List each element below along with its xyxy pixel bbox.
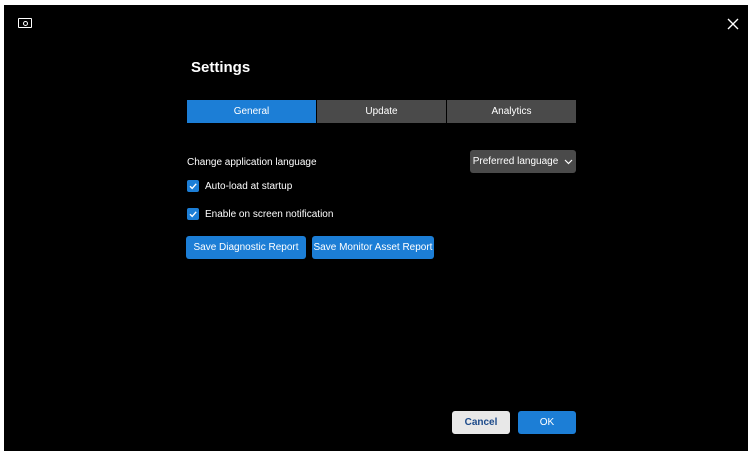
settings-window: Settings General Update Analytics Change… [4, 5, 748, 451]
autoload-row: Auto-load at startup [187, 180, 292, 192]
ok-button[interactable]: OK [518, 411, 576, 434]
cancel-button[interactable]: Cancel [452, 411, 510, 434]
tab-general[interactable]: General [187, 100, 316, 123]
page-title: Settings [191, 59, 251, 76]
language-dropdown[interactable]: Preferred language [470, 150, 576, 173]
language-selected-value: Preferred language [472, 156, 559, 167]
close-icon [727, 18, 739, 30]
autoload-checkbox[interactable] [187, 180, 199, 192]
language-label: Change application language [187, 157, 317, 168]
tab-update[interactable]: Update [317, 100, 446, 123]
close-button[interactable] [724, 15, 742, 33]
save-diagnostic-report-button[interactable]: Save Diagnostic Report [186, 236, 306, 259]
notification-label: Enable on screen notification [205, 208, 334, 220]
settings-tabs: General Update Analytics [187, 100, 576, 123]
checkmark-icon [189, 211, 197, 218]
chevron-down-icon [564, 159, 573, 164]
checkmark-icon [189, 183, 197, 190]
monitor-icon [18, 18, 32, 28]
notification-checkbox[interactable] [187, 208, 199, 220]
autoload-label: Auto-load at startup [205, 180, 293, 192]
notification-row: Enable on screen notification [187, 208, 333, 220]
tab-analytics[interactable]: Analytics [447, 100, 576, 123]
save-monitor-asset-report-button[interactable]: Save Monitor Asset Report [312, 236, 434, 259]
